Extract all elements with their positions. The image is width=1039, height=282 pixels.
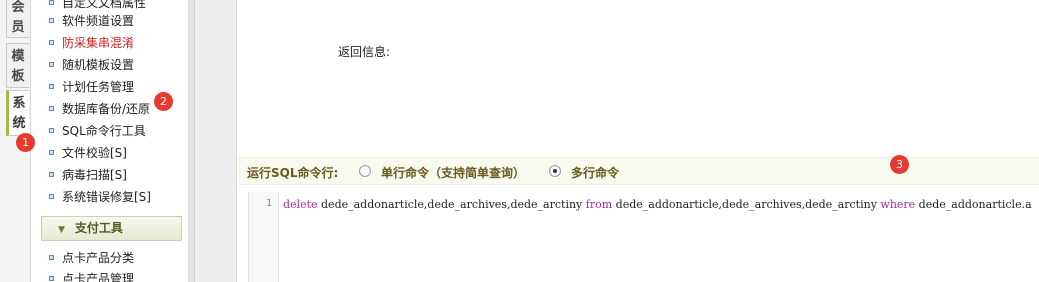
menu-item-random-template[interactable]: 随机模板设置 [49,55,134,75]
tab-member[interactable]: 会员 [6,0,29,38]
sidebar-menu: 自定义文档属性 软件频道设置 防采集串混淆 随机模板设置 计划任务管理 数据库备… [31,0,189,282]
splitter-bar[interactable] [189,0,195,282]
menu-item-scheduled-tasks[interactable]: 计划任务管理 [49,77,134,97]
editor-gutter: 1 [249,192,279,282]
code-tables: dede_addonarticle,dede_archives,dede_arc… [317,198,586,211]
marker-2: 2 [154,92,173,111]
code-condition: dede_addonarticle.a [915,198,1032,211]
menu-item-virus-scan[interactable]: 病毒扫描[S] [49,165,127,185]
tab-template[interactable]: 模板 [6,43,29,88]
keyword-where: where [880,198,916,211]
triangle-down-icon: ▼ [58,225,65,235]
menu-item-card-products[interactable]: 点卡产品管理 [49,269,134,282]
bullet-icon [49,106,54,111]
group-header-payment-tools[interactable]: ▼ 支付工具 [41,216,182,241]
bullet-icon [49,194,54,199]
bullet-icon [49,276,54,281]
sql-editor[interactable]: 1 delete dede_addonarticle,dede_archives… [248,192,1039,282]
radio-single-label[interactable]: 单行命令（支持简单查询） [381,164,525,181]
bullet-icon [49,128,54,133]
code-line[interactable]: delete dede_addonarticle,dede_archives,d… [283,198,1032,211]
bullet-icon [49,0,54,5]
radio-single-command[interactable] [359,165,371,177]
bullet-icon [49,84,54,89]
bullet-icon [49,62,54,67]
main-panel: 返回信息: 运行SQL命令行: 单行命令（支持简单查询） 多行命令 1 dele… [238,0,1039,282]
bullet-icon [49,150,54,155]
radio-multi-label[interactable]: 多行命令 [571,164,619,181]
menu-item-anti-scrape[interactable]: 防采集串混淆 [49,33,134,53]
menu-item-card-category[interactable]: 点卡产品分类 [49,248,134,268]
menu-item-db-backup[interactable]: 数据库备份/还原 [49,99,150,119]
command-options-bar: 运行SQL命令行: 单行命令（支持简单查询） 多行命令 [238,157,1039,185]
menu-item-sql-tool[interactable]: SQL命令行工具 [49,121,146,141]
tab-system[interactable]: 系统 [6,90,29,136]
menu-item-file-check[interactable]: 文件校验[S] [49,143,127,163]
line-number: 1 [265,198,272,209]
return-info-label: 返回信息: [338,45,391,59]
bullet-icon [49,40,54,45]
frame-divider [189,0,237,282]
marker-3: 3 [890,155,909,174]
menu-item-software-channel[interactable]: 软件频道设置 [49,11,134,31]
bullet-icon [49,255,54,260]
keyword-delete: delete [283,198,318,211]
cmd-title: 运行SQL命令行: [247,166,339,180]
keyword-from: from [585,198,613,211]
bullet-icon [49,172,54,177]
marker-1: 1 [16,133,35,152]
menu-item-error-repair[interactable]: 系统错误修复[S] [49,187,151,207]
code-tables-2: dede_addonarticle,dede_archives,dede_arc… [612,198,881,211]
radio-multi-command[interactable] [549,165,561,177]
bullet-icon [49,18,54,23]
